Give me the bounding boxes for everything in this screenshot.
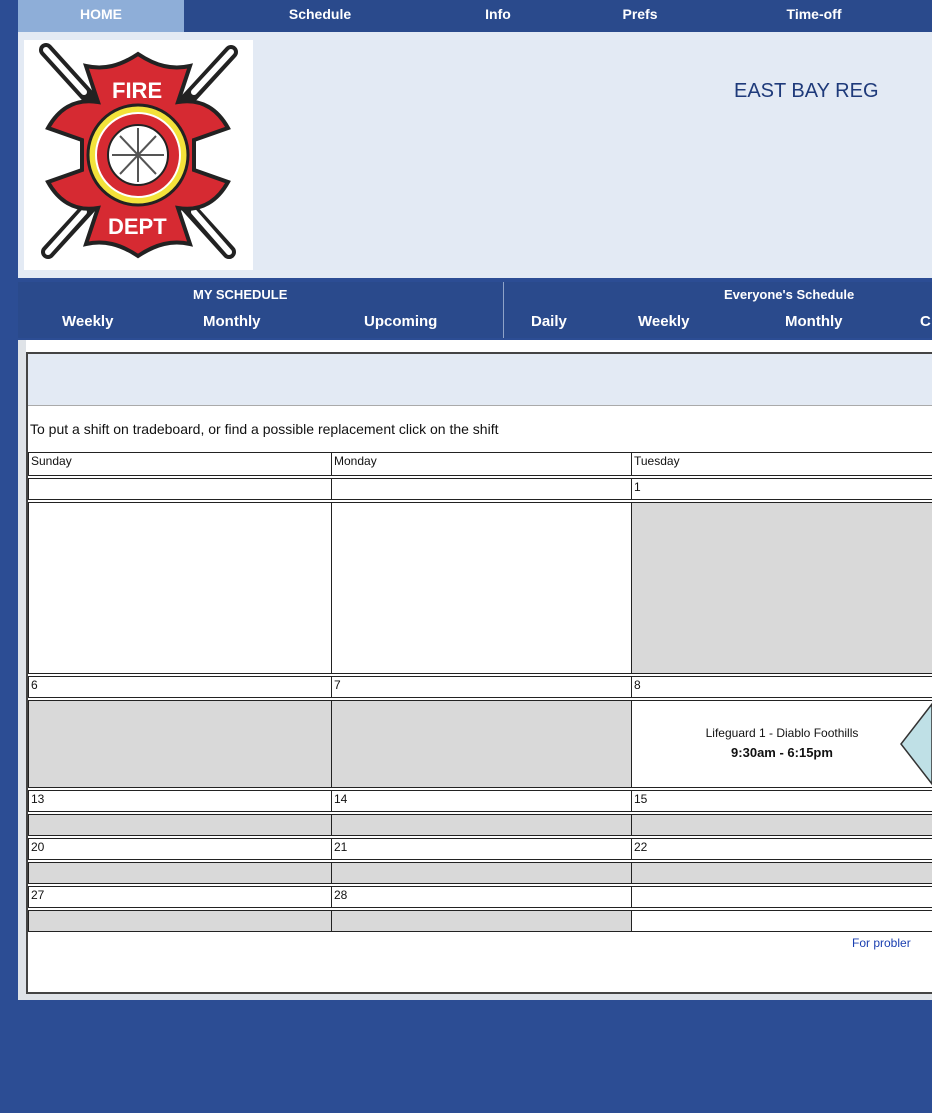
date-cell: 27 xyxy=(28,886,332,908)
everyone-daily-link[interactable]: Daily xyxy=(531,313,567,330)
logo-dept-text: DEPT xyxy=(108,214,167,239)
date-cell: 7 xyxy=(331,676,632,698)
my-weekly-link[interactable]: Weekly xyxy=(62,313,113,330)
day-header-monday: Monday xyxy=(331,452,632,476)
day-cell[interactable] xyxy=(631,910,932,932)
day-cell[interactable] xyxy=(28,502,332,674)
date-cell: 8 xyxy=(631,676,932,698)
left-border xyxy=(0,0,8,1113)
date-cell xyxy=(331,478,632,500)
tab-prefs[interactable]: Prefs xyxy=(610,0,670,32)
tab-schedule[interactable]: Schedule xyxy=(280,0,360,32)
my-upcoming-link[interactable]: Upcoming xyxy=(364,313,437,330)
shift-name: Lifeguard 1 - Diablo Foothills xyxy=(705,726,859,740)
date-cell: 13 xyxy=(28,790,332,812)
day-cell[interactable] xyxy=(631,814,932,836)
date-cell: 22 xyxy=(631,838,932,860)
day-cell[interactable] xyxy=(331,700,632,788)
shift-time: 9:30am - 6:15pm xyxy=(731,745,833,760)
page-header: FIRE DEPT EAST BAY REG xyxy=(18,32,932,278)
day-header-tuesday: Tuesday xyxy=(631,452,932,476)
tradeboard-instruction: To put a shift on tradeboard, or find a … xyxy=(30,421,499,437)
everyone-schedule-label: Everyone's Schedule xyxy=(724,287,855,302)
shift-entry[interactable]: Lifeguard 1 - Diablo Foothills 9:30am - … xyxy=(632,700,932,788)
day-cell[interactable] xyxy=(28,862,332,884)
day-cell[interactable] xyxy=(28,814,332,836)
date-cell: 6 xyxy=(28,676,332,698)
maltese-cross-icon: FIRE DEPT xyxy=(39,43,238,259)
everyone-weekly-link[interactable]: Weekly xyxy=(638,313,689,330)
calendar-header-band xyxy=(28,354,932,406)
day-cell[interactable] xyxy=(331,814,632,836)
date-cell: 20 xyxy=(28,838,332,860)
day-header-sunday: Sunday xyxy=(28,452,332,476)
everyone-monthly-link[interactable]: Monthly xyxy=(785,313,843,330)
day-cell[interactable] xyxy=(331,910,632,932)
schedule-submenu: MY SCHEDULE Everyone's Schedule Weekly M… xyxy=(18,282,932,338)
day-cell[interactable] xyxy=(631,862,932,884)
top-nav: HOME Schedule Info Prefs Time-off xyxy=(18,0,932,32)
date-cell: 15 xyxy=(631,790,932,812)
date-cell: 14 xyxy=(331,790,632,812)
day-cell[interactable] xyxy=(331,502,632,674)
date-cell: 21 xyxy=(331,838,632,860)
tab-info[interactable]: Info xyxy=(468,0,528,32)
problem-report-link[interactable]: For probler xyxy=(852,936,911,950)
day-cell[interactable] xyxy=(631,502,932,674)
tab-home[interactable]: HOME xyxy=(18,0,184,32)
fire-dept-logo: FIRE DEPT xyxy=(24,40,253,270)
organization-title: EAST BAY REG xyxy=(734,80,879,102)
date-cell xyxy=(28,478,332,500)
day-cell[interactable] xyxy=(331,862,632,884)
my-schedule-label: MY SCHEDULE xyxy=(193,287,288,302)
date-cell: 1 xyxy=(631,478,932,500)
shift-tooltip-pointer xyxy=(900,702,932,786)
date-cell xyxy=(631,886,932,908)
day-cell[interactable] xyxy=(28,910,332,932)
submenu-divider xyxy=(503,282,504,338)
my-monthly-link[interactable]: Monthly xyxy=(203,313,261,330)
date-cell: 28 xyxy=(331,886,632,908)
tab-time-off[interactable]: Time-off xyxy=(774,0,854,32)
everyone-c-link[interactable]: C xyxy=(920,313,931,330)
day-cell[interactable] xyxy=(28,700,332,788)
logo-fire-text: FIRE xyxy=(112,78,162,103)
